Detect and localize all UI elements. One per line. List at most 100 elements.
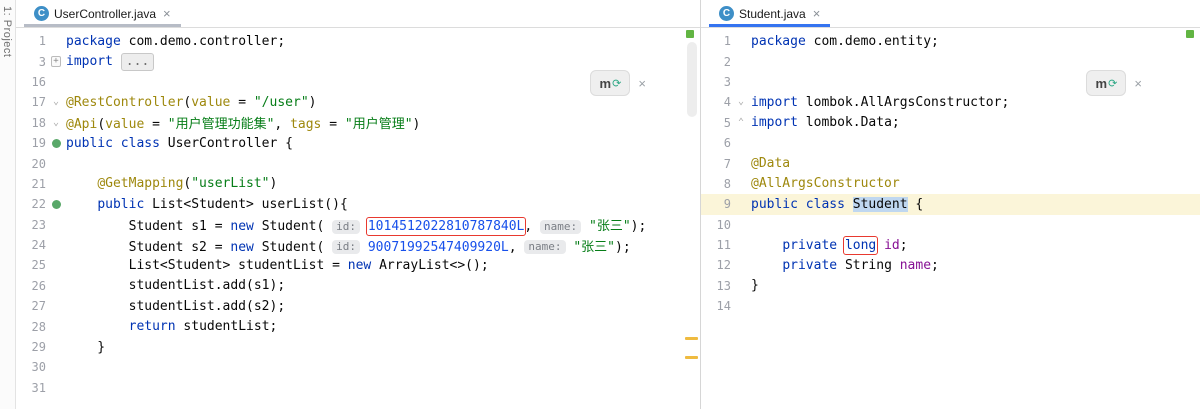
line-number[interactable]: 3 — [701, 75, 731, 89]
line-number[interactable]: 2 — [701, 55, 731, 69]
tab-student[interactable]: C Student.java × — [709, 0, 831, 27]
line-number[interactable]: 7 — [701, 157, 731, 171]
warning-stripe-mark[interactable] — [685, 356, 698, 359]
line-number[interactable]: 1 — [16, 34, 46, 48]
line-number[interactable]: 29 — [16, 340, 46, 354]
code-line[interactable]: @Data — [751, 156, 790, 171]
code-line[interactable]: } — [66, 340, 105, 355]
tab-usercontroller[interactable]: C UserController.java × — [24, 0, 181, 27]
code-row: 10 — [701, 215, 1200, 235]
code-row: 3 import ... — [16, 51, 700, 71]
line-number[interactable]: 1 — [701, 34, 731, 48]
line-number[interactable]: 23 — [16, 218, 46, 232]
code-line[interactable]: private long id; — [751, 235, 908, 255]
code-line[interactable]: studentList.add(s2); — [66, 298, 286, 314]
inspection-ok-indicator[interactable] — [686, 30, 694, 38]
code-line[interactable]: private String name; — [751, 258, 939, 273]
code-line[interactable]: List<Student> studentList = new ArrayLis… — [66, 258, 489, 273]
code-row: 7 @Data — [701, 153, 1200, 173]
line-number[interactable]: 25 — [16, 258, 46, 272]
warning-stripe-mark[interactable] — [685, 337, 698, 340]
line-number[interactable]: 14 — [701, 299, 731, 313]
token: return — [128, 319, 184, 335]
bean-icon[interactable] — [48, 196, 64, 212]
gutter-icon-slot — [733, 237, 749, 253]
line-number[interactable]: 22 — [16, 197, 46, 211]
editor-scrollbar-thumb[interactable] — [687, 42, 697, 117]
token: studentList; — [183, 319, 278, 335]
line-number[interactable]: 5 — [701, 116, 731, 130]
line-number[interactable]: 21 — [16, 177, 46, 191]
code-line[interactable]: @Api(value = "用户管理功能集", tags = "用户管理") — [66, 113, 420, 132]
line-number[interactable]: 9 — [701, 197, 731, 211]
token: package — [751, 33, 814, 49]
token: Student( — [261, 219, 333, 235]
line-number[interactable]: 19 — [16, 136, 46, 150]
code-line[interactable]: Student s1 = new Student( id: 1014512022… — [66, 215, 646, 237]
close-icon[interactable]: × — [163, 6, 171, 21]
token: "/user" — [253, 94, 309, 110]
token: , — [524, 219, 541, 235]
line-number[interactable]: 13 — [701, 279, 731, 293]
token: studentList.add(s2); — [66, 298, 286, 314]
code-row: 25 List<Student> studentList = new Array… — [16, 255, 700, 275]
chev-icon[interactable] — [48, 94, 64, 110]
line-number[interactable]: 17 — [16, 95, 46, 109]
code-row: 31 — [16, 378, 700, 398]
line-number[interactable]: 27 — [16, 299, 46, 313]
token: new — [347, 257, 380, 273]
code-line[interactable]: import lombok.AllArgsConstructor; — [751, 95, 1009, 110]
bean-icon[interactable] — [48, 135, 64, 151]
line-number[interactable]: 10 — [701, 218, 731, 232]
widget-close-icon[interactable]: × — [1134, 76, 1142, 91]
tab-bar-left: C UserController.java × — [16, 0, 700, 28]
line-number[interactable]: 16 — [16, 75, 46, 89]
code-line[interactable]: public class UserController { — [66, 136, 293, 151]
token: = — [321, 117, 345, 133]
code-line[interactable]: @RestController(value = "/user") — [66, 95, 316, 110]
code-row: 14 — [701, 296, 1200, 316]
token: new — [230, 219, 262, 235]
line-number[interactable]: 11 — [701, 238, 731, 252]
inlay-hint: name: — [540, 219, 582, 234]
line-number[interactable]: 20 — [16, 157, 46, 171]
plus-icon[interactable] — [48, 54, 64, 70]
line-number[interactable]: 4 — [701, 95, 731, 109]
widget-close-icon[interactable]: × — [638, 76, 646, 91]
line-number[interactable]: 8 — [701, 177, 731, 191]
code-line[interactable]: @AllArgsConstructor — [751, 176, 900, 191]
line-number[interactable]: 31 — [16, 381, 46, 395]
code-line[interactable]: package com.demo.controller; — [66, 34, 285, 49]
code-line[interactable]: import lombok.Data; — [751, 115, 900, 130]
code-line[interactable]: return studentList; — [66, 319, 278, 335]
line-number[interactable]: 26 — [16, 279, 46, 293]
code-line[interactable]: } — [751, 278, 759, 293]
code-line[interactable]: Student s2 = new Student( id: 9007199254… — [66, 236, 631, 255]
gutter-icon-slot — [733, 54, 749, 70]
plugin-widget-button[interactable]: m ⟳ — [590, 70, 631, 96]
line-number[interactable]: 12 — [701, 258, 731, 272]
code-line[interactable]: import ... — [66, 52, 155, 71]
code-line[interactable]: @GetMapping("userList") — [66, 176, 277, 191]
project-tool-button[interactable]: 1: Project — [1, 6, 13, 57]
token: ) — [269, 176, 278, 192]
code-line[interactable]: public class Student { — [751, 196, 923, 212]
line-number[interactable]: 28 — [16, 320, 46, 334]
line-number[interactable]: 18 — [16, 116, 46, 130]
code-line[interactable]: public List<Student> userList(){ — [66, 197, 347, 212]
code-line[interactable]: package com.demo.entity; — [751, 34, 939, 49]
line-number[interactable]: 30 — [16, 360, 46, 374]
code-row: 11 private long id; — [701, 235, 1200, 255]
close-icon[interactable]: × — [813, 6, 821, 21]
inspection-ok-indicator[interactable] — [1186, 30, 1194, 38]
line-number[interactable]: 3 — [16, 55, 46, 69]
line-number[interactable]: 24 — [16, 238, 46, 252]
line-number[interactable]: 6 — [701, 136, 731, 150]
chevup-icon[interactable] — [733, 115, 749, 131]
chev-icon[interactable] — [733, 94, 749, 110]
chev-icon[interactable] — [48, 115, 64, 131]
token: @Data — [751, 156, 791, 172]
plugin-widget-button[interactable]: m ⟳ — [1086, 70, 1127, 96]
code-line[interactable]: studentList.add(s1); — [66, 278, 286, 293]
